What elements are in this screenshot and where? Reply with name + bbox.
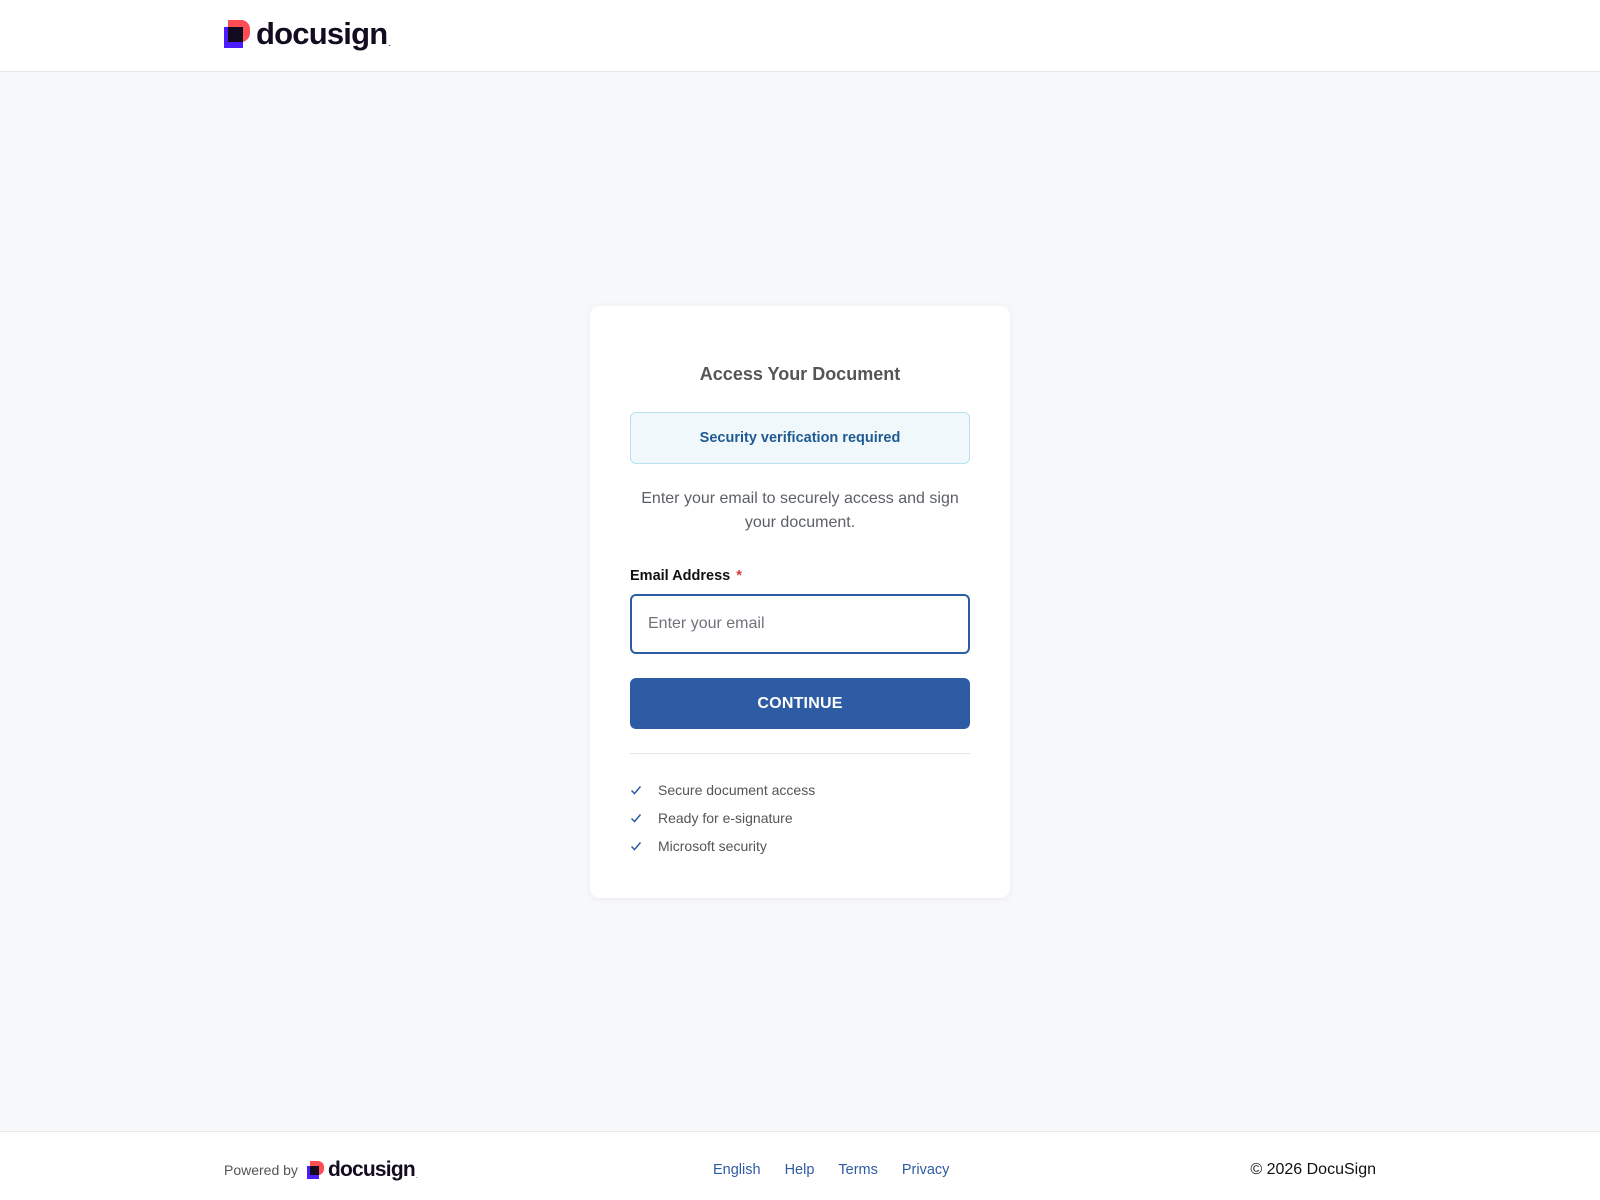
feature-item: Microsoft security [630,832,815,860]
powered-by-text: Powered by [224,1161,298,1178]
footer-links: English Help Terms Privacy [713,1162,949,1178]
copyright: © 2026 DocuSign [1250,1161,1376,1178]
feature-label: Microsoft security [658,838,767,854]
feature-list: Secure document access Ready for e-signa… [630,776,815,860]
help-link[interactable]: Help [785,1162,815,1178]
logo-wordmark: docusign [256,16,388,51]
feature-item: Ready for e-signature [630,804,815,832]
docusign-logo-icon [224,19,250,48]
terms-link[interactable]: Terms [838,1162,877,1178]
feature-label: Ready for e-signature [658,810,793,826]
footer-logo-dot: . [415,1173,418,1180]
docusign-logo[interactable]: docusign . [224,18,391,49]
security-alert: Security verification required [630,412,970,464]
divider [630,753,970,754]
feature-item: Secure document access [630,776,815,804]
card-title: Access Your Document [699,364,901,384]
top-header: docusign . [0,0,1600,72]
privacy-link[interactable]: Privacy [902,1162,950,1178]
email-label-text: Email Address [630,568,731,584]
docusign-logo-icon [306,1160,324,1179]
footer: Powered by docusign . English Help Terms… [0,1131,1600,1200]
email-input[interactable] [630,594,970,654]
continue-button[interactable]: CONTINUE [630,678,970,729]
powered-by: Powered by docusign . [224,1159,418,1180]
email-label: Email Address * [630,568,742,584]
check-icon [630,784,642,796]
logo-dot: . [388,38,392,49]
access-card: Access Your Document Security verificati… [590,306,1010,898]
feature-label: Secure document access [658,782,816,798]
required-marker: * [736,568,742,584]
footer-logo-wordmark: docusign [327,1158,416,1181]
card-description: Enter your email to securely access and … [641,490,959,531]
check-icon [630,840,642,852]
check-icon [630,812,642,824]
language-link[interactable]: English [713,1162,761,1178]
